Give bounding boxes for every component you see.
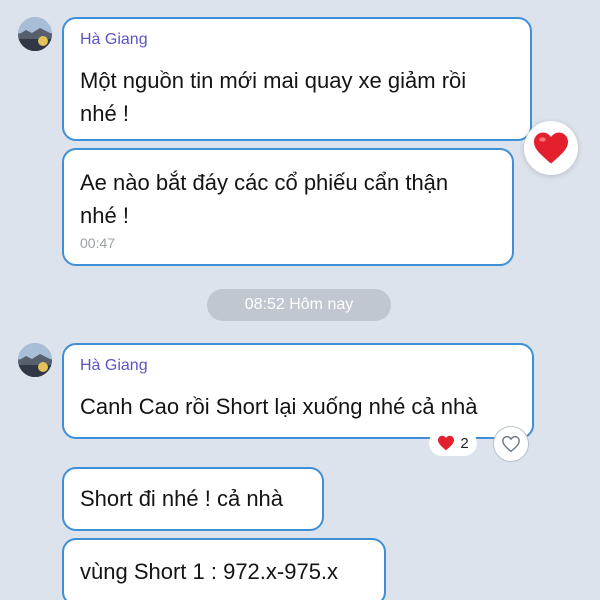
- reaction-count: 2: [460, 434, 469, 452]
- message-text: Một nguồn tin mới mai quay xe giảm rồi n…: [80, 68, 467, 126]
- avatar[interactable]: [18, 17, 52, 51]
- sender-name[interactable]: Hà Giang: [80, 357, 148, 375]
- heart-icon: [534, 132, 568, 164]
- message-text: Canh Cao rồi Short lại xuống nhé cả nhà: [80, 394, 478, 419]
- heart-outline-icon: [502, 435, 520, 453]
- message-text: vùng Short 1 : 972.x-975.x: [80, 559, 339, 584]
- heart-icon: [438, 435, 455, 451]
- avatar-landscape-icon: [18, 17, 52, 51]
- reaction-heart[interactable]: [524, 121, 578, 175]
- avatar[interactable]: [18, 343, 52, 377]
- message-time: 00:47: [80, 235, 116, 251]
- like-button[interactable]: [493, 426, 529, 462]
- message-text: Ae nào bắt đáy các cổ phiếu cẩn thận nhé…: [80, 170, 449, 228]
- reaction-summary[interactable]: 2: [429, 430, 477, 456]
- date-separator: 08:52 Hôm nay: [207, 289, 391, 321]
- sender-name[interactable]: Hà Giang: [80, 31, 148, 49]
- avatar-landscape-icon: [18, 343, 52, 377]
- message-text: Short đi nhé ! cả nhà: [80, 486, 284, 511]
